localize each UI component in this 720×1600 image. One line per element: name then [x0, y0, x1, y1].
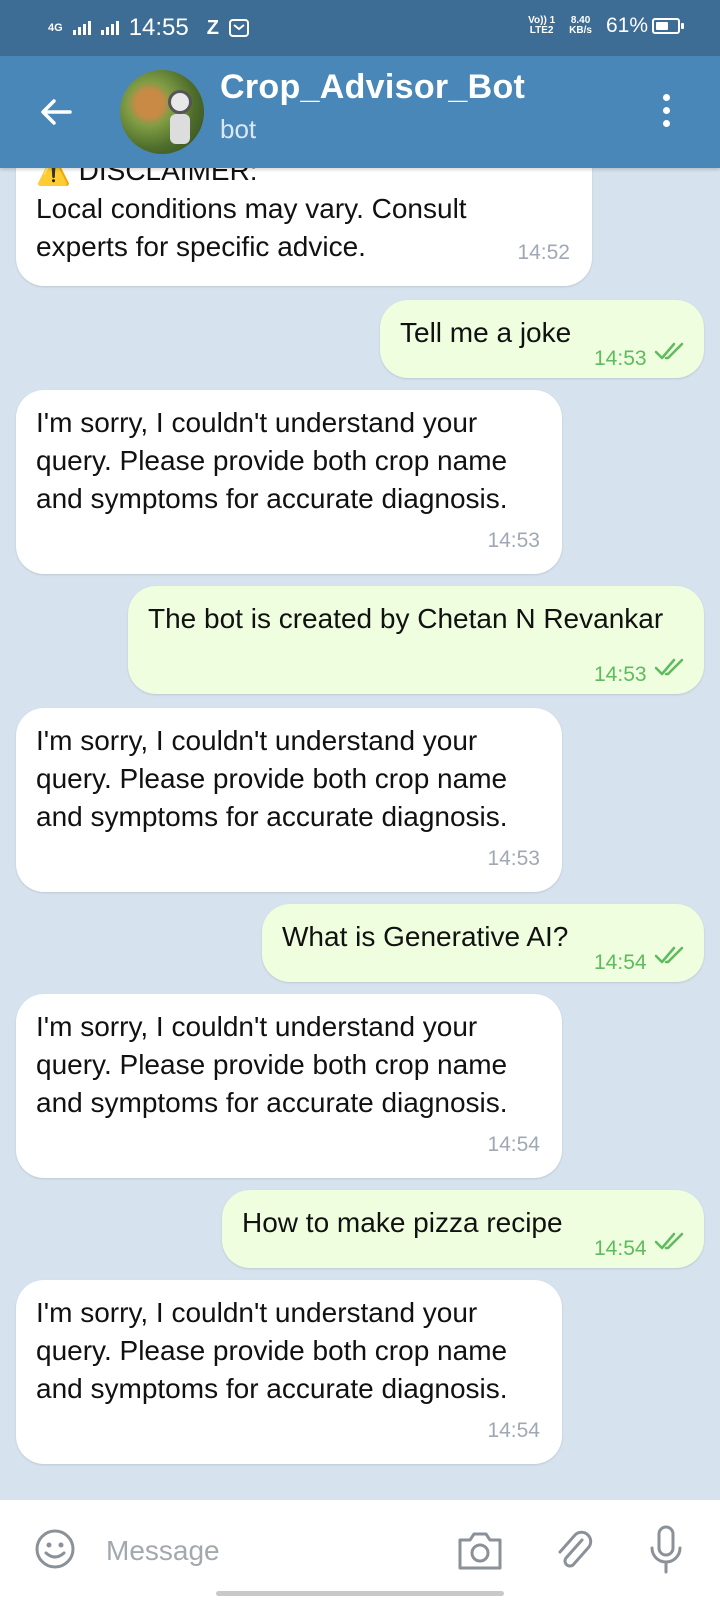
- chat-messages[interactable]: ⚠️ DISCLAIMER: Local conditions may vary…: [0, 168, 720, 1500]
- message-input[interactable]: [104, 1526, 438, 1576]
- chat-header: Crop_Advisor_Bot bot: [0, 56, 720, 168]
- clock: 14:55: [128, 14, 189, 41]
- message-time: 14:53: [594, 347, 647, 370]
- message-bubble-outgoing[interactable]: How to make pizza recipe 14:54: [222, 1190, 704, 1268]
- battery-percent: 61%: [605, 14, 648, 37]
- message-time: 14:54: [594, 951, 647, 974]
- volte-indicator: Vo)) 1 LTE2: [528, 15, 556, 36]
- message-text: What is Generative AI?: [282, 921, 569, 952]
- message-time: 14:53: [487, 529, 540, 552]
- home-indicator[interactable]: [216, 1591, 504, 1596]
- message-time: 14:54: [594, 1237, 647, 1260]
- camera-icon[interactable]: [456, 1528, 504, 1572]
- avatar[interactable]: [120, 70, 204, 154]
- message-text: I'm sorry, I couldn't understand your qu…: [36, 1011, 508, 1118]
- message-bubble-incoming[interactable]: I'm sorry, I couldn't understand your qu…: [16, 994, 562, 1178]
- chat-subtitle: bot: [220, 114, 257, 144]
- message-time: 14:54: [487, 1133, 540, 1156]
- signal-icon: [72, 21, 91, 35]
- battery-icon: [652, 18, 684, 34]
- double-check-icon: [654, 342, 684, 360]
- chat-title[interactable]: Crop_Advisor_Bot: [220, 68, 525, 107]
- message-text: Tell me a joke: [400, 317, 572, 348]
- message-time: 14:54: [487, 1419, 540, 1442]
- status-bar: 4G 14:55 Z Vo)) 1 LTE2 8.40 KB/s 61%: [0, 0, 720, 56]
- message-text: How to make pizza recipe: [242, 1207, 563, 1238]
- microphone-icon[interactable]: [648, 1524, 684, 1576]
- message-time: 14:53: [594, 663, 647, 686]
- message-time: 14:52: [517, 241, 570, 264]
- message-bubble-incoming[interactable]: I'm sorry, I couldn't understand your qu…: [16, 1280, 562, 1464]
- message-text: I'm sorry, I couldn't understand your qu…: [36, 1297, 508, 1404]
- double-check-icon: [654, 658, 684, 676]
- message-text: I'm sorry, I couldn't understand your qu…: [36, 725, 508, 832]
- message-notification-icon: [228, 19, 249, 37]
- message-bubble-incoming[interactable]: ⚠️ DISCLAIMER: Local conditions may vary…: [16, 168, 592, 286]
- message-text: ⚠️ DISCLAIMER: Local conditions may vary…: [36, 168, 467, 262]
- double-check-icon: [654, 1232, 684, 1250]
- message-bubble-incoming[interactable]: I'm sorry, I couldn't understand your qu…: [16, 708, 562, 892]
- more-vertical-icon[interactable]: [654, 94, 678, 134]
- network-speed: 8.40 KB/s: [569, 15, 592, 36]
- network-type: 4G: [48, 21, 63, 34]
- message-bubble-outgoing[interactable]: The bot is created by Chetan N Revankar …: [128, 586, 704, 694]
- message-text: I'm sorry, I couldn't understand your qu…: [36, 407, 508, 514]
- message-text: The bot is created by Chetan N Revankar: [148, 603, 664, 634]
- message-time: 14:53: [487, 847, 540, 870]
- app-notification-icon: Z: [206, 16, 219, 39]
- signal-icon-2: [100, 21, 119, 35]
- paperclip-icon[interactable]: [552, 1526, 596, 1574]
- double-check-icon: [654, 946, 684, 964]
- emoji-icon[interactable]: [34, 1528, 76, 1570]
- message-bubble-incoming[interactable]: I'm sorry, I couldn't understand your qu…: [16, 390, 562, 574]
- message-composer: [0, 1500, 720, 1600]
- message-bubble-outgoing[interactable]: Tell me a joke 14:53: [380, 300, 704, 378]
- message-bubble-outgoing[interactable]: What is Generative AI? 14:54: [262, 904, 704, 982]
- arrow-left-icon[interactable]: [36, 92, 76, 132]
